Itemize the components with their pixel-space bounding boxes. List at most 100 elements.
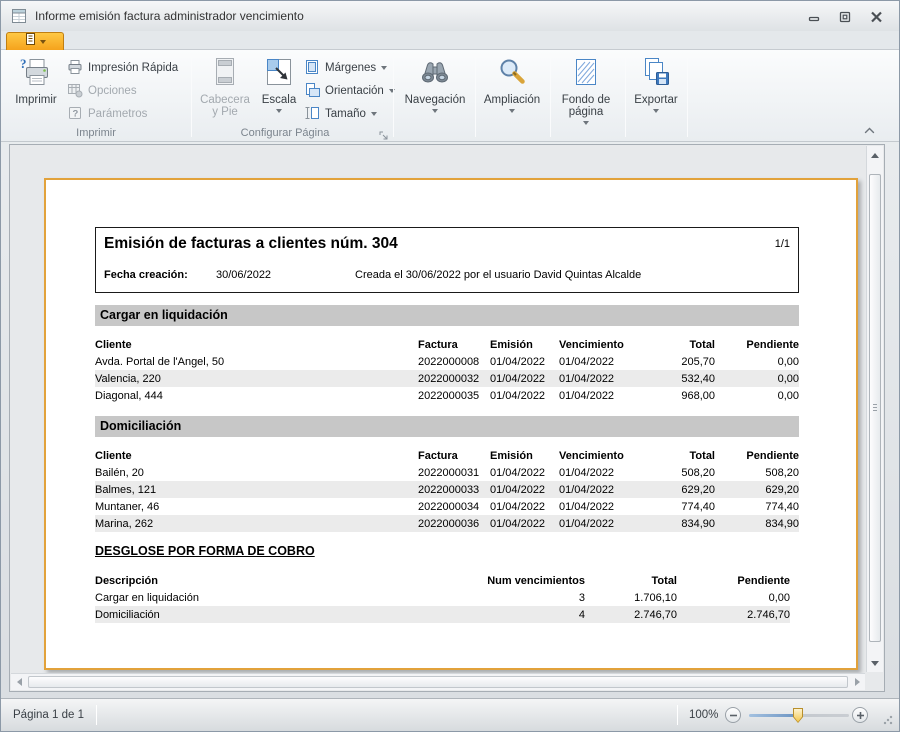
table-cell: 2022000034 [418,498,490,515]
application-menu-button[interactable] [6,32,64,50]
table-cell: 01/04/2022 [559,515,659,532]
imprimir-button[interactable]: ? Imprimir [9,56,63,106]
section-title-domiciliacion: Domiciliación [95,416,799,437]
zoom-slider[interactable] [749,714,849,717]
report-header-box: Emisión de facturas a clientes núm. 304 … [95,227,799,293]
table-cell: 2022000008 [418,353,490,370]
table-cell: 629,20 [715,481,799,498]
table-cell: 2022000033 [418,481,490,498]
table-cell: 1.706,10 [585,589,677,606]
invoice-table-domiciliacion: ClienteFacturaEmisiónVencimientoTotalPen… [95,447,799,532]
zoom-in-button[interactable] [852,699,868,731]
chevron-down-icon [381,66,387,70]
table-cell: 629,20 [659,481,715,498]
chevron-down-icon [371,112,377,116]
table-cell: 508,20 [659,464,715,481]
exportar-button[interactable]: Exportar [631,56,681,113]
chevron-down-icon [653,109,659,113]
table-cell: 01/04/2022 [490,515,559,532]
parametros-label: Parámetros [88,108,147,120]
close-button[interactable] [869,10,883,23]
margenes-label: Márgenes [325,62,376,74]
table-cell: 0,00 [715,353,799,370]
group-caption-imprimir: Imprimir [3,127,189,139]
table-cell: 0,00 [715,387,799,404]
options-grid-icon [67,82,83,101]
zoom-out-button[interactable] [725,699,741,731]
column-header: Vencimiento [559,336,659,353]
table-cell: 0,00 [715,370,799,387]
group-separator [393,53,394,137]
impresion-rapida-button[interactable]: Impresión Rápida [67,58,178,78]
scroll-left-button[interactable] [11,674,27,690]
arrow-down-icon [871,661,879,666]
zoom-slider-thumb[interactable] [793,708,803,723]
table-cell: 01/04/2022 [559,481,659,498]
table-cell: Avda. Portal de l'Angel, 50 [95,353,418,370]
margenes-button[interactable]: Márgenes [304,58,387,78]
report-title: Emisión de facturas a clientes núm. 304 [104,235,398,253]
ribbon: ? Imprimir Impresión Rápida Opciones ? P… [1,50,899,142]
minimize-button[interactable] [807,10,821,23]
page-size-icon [304,105,320,124]
table-row: Bailén, 20202200003101/04/202201/04/2022… [95,464,799,481]
orientacion-button[interactable]: Orientación [304,81,395,101]
table-cell: 01/04/2022 [490,387,559,404]
column-header: Cliente [95,447,418,464]
group-separator [687,53,688,137]
ampliacion-label: Ampliación [484,94,540,106]
table-cell: 834,90 [715,515,799,532]
table-cell: Muntaner, 46 [95,498,418,515]
table-cell: 2022000032 [418,370,490,387]
column-header: Pendiente [715,447,799,464]
vertical-scrollbar[interactable] [866,146,883,672]
table-cell: 834,90 [659,515,715,532]
column-header: Pendiente [715,336,799,353]
collapse-ribbon-icon[interactable] [863,122,876,140]
table-cell: 01/04/2022 [559,498,659,515]
arrow-up-icon [871,153,879,158]
fecha-creacion-label: Fecha creación: [104,269,188,281]
escala-button[interactable]: Escala [257,56,301,113]
table-cell: 01/04/2022 [490,353,559,370]
resize-grip[interactable] [883,715,893,725]
column-header: Num vencimientos [425,572,585,589]
scroll-up-button[interactable] [867,147,883,163]
page-background-icon [570,56,602,91]
table-row: Diagonal, 444202200003501/04/202201/04/2… [95,387,799,404]
report-window-icon [11,8,27,24]
table-cell: 01/04/2022 [559,370,659,387]
column-header: Emisión [490,447,559,464]
quick-print-icon [67,59,83,78]
horizontal-scrollbar-thumb[interactable] [28,676,848,688]
table-cell: 01/04/2022 [490,370,559,387]
cabecera-label-line1: Cabecera [200,94,250,106]
report-content: Emisión de facturas a clientes núm. 304 … [95,227,799,623]
table-cell: 968,00 [659,387,715,404]
scroll-right-button[interactable] [849,674,865,690]
arrow-right-icon [855,678,860,686]
navegacion-button[interactable]: Navegación [401,56,469,113]
scroll-down-button[interactable] [867,655,883,671]
table-row: Cargar en liquidación31.706,100,00 [95,589,790,606]
orientacion-label: Orientación [325,85,384,97]
table-row: Avda. Portal de l'Angel, 50202200000801/… [95,353,799,370]
impresion-rapida-label: Impresión Rápida [88,62,178,74]
ampliacion-button[interactable]: Ampliación [481,56,543,113]
table-cell: 0,00 [677,589,790,606]
table-header-row: DescripciónNum vencimientosTotalPendient… [95,572,790,589]
cabecera-label-line2: y Pie [212,106,238,118]
tamano-button[interactable]: Tamaño [304,104,377,124]
chevron-down-icon [276,109,282,113]
header-footer-icon [209,56,241,91]
arrow-left-icon [17,678,22,686]
vertical-scrollbar-thumb[interactable] [869,174,881,642]
table-cell: 205,70 [659,353,715,370]
fondo-de-pagina-button[interactable]: Fondo depágina [554,56,618,125]
ribbon-tab-strip [1,31,899,50]
statusbar-separator [677,705,678,725]
group-separator [550,53,551,137]
maximize-button[interactable] [838,10,852,23]
table-row: Muntaner, 46202200003401/04/202201/04/20… [95,498,799,515]
horizontal-scrollbar[interactable] [11,673,865,690]
